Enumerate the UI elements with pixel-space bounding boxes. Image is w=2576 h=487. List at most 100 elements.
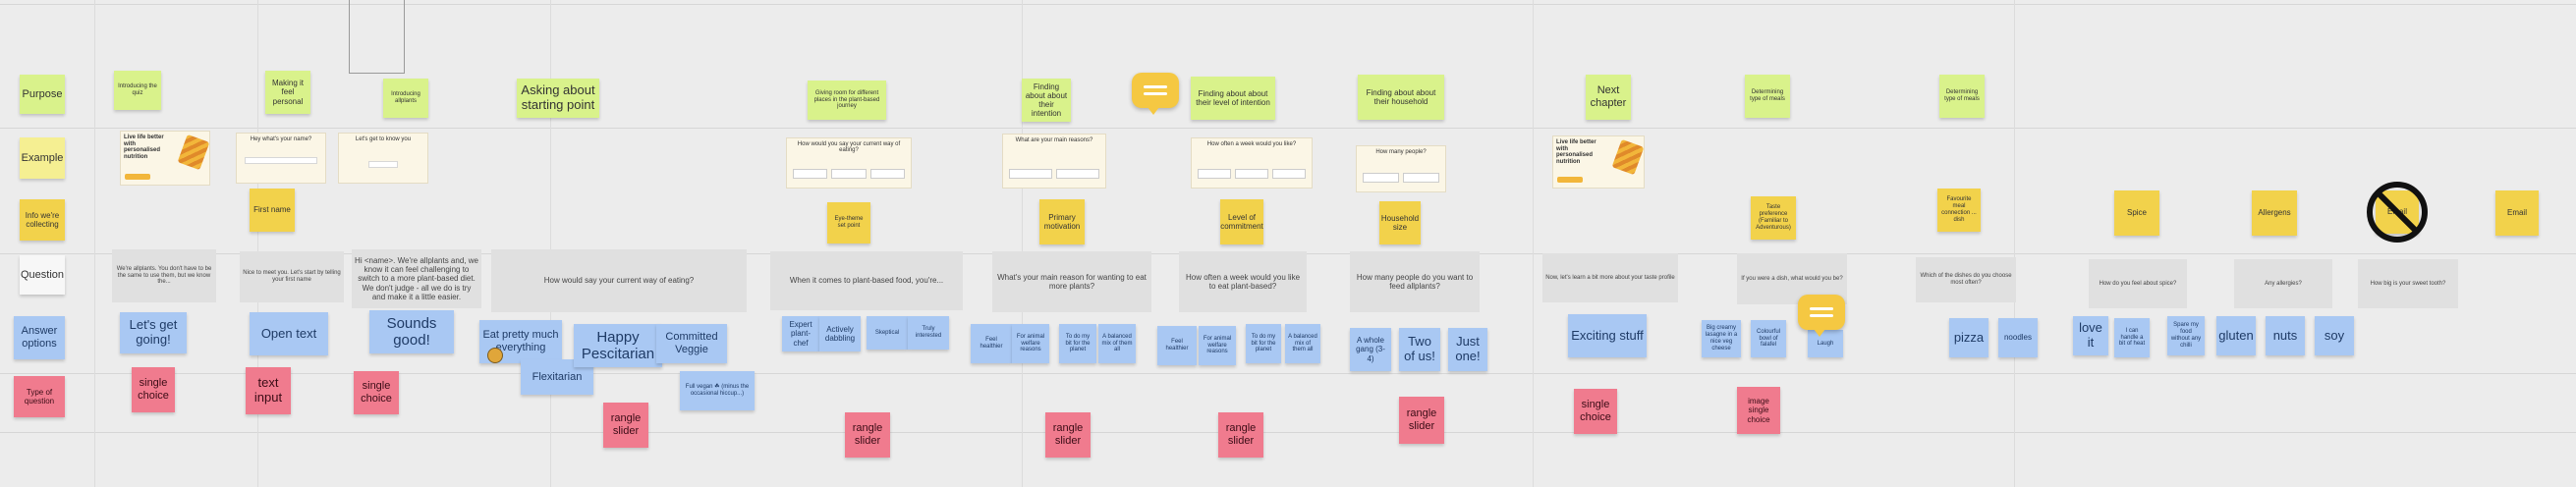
answer-sticky[interactable]: To do my bit for the planet <box>1246 324 1281 363</box>
row-label-purpose[interactable]: Purpose <box>20 75 65 114</box>
type-sticky[interactable]: rangle slider <box>845 412 890 458</box>
type-sticky[interactable]: single choice <box>354 371 399 414</box>
purpose-sticky[interactable]: Determining type of meals <box>1745 75 1790 118</box>
purpose-sticky[interactable]: Asking about starting point <box>517 79 599 118</box>
answer-sticky[interactable]: pizza <box>1949 318 1988 357</box>
answer-sticky[interactable]: Committed Veggie <box>656 324 727 363</box>
example-screenshot[interactable]: Let's get to know you <box>338 133 428 184</box>
type-sticky[interactable]: image single choice <box>1737 387 1780 434</box>
example-text: Live life better with personalised nutri… <box>1556 139 1596 165</box>
answer-sticky[interactable]: love it <box>2073 316 2108 355</box>
answer-sticky[interactable]: For animal welfare reasons <box>1012 324 1049 363</box>
answer-sticky[interactable]: Big creamy lasagne in a nice veg cheese <box>1702 320 1741 357</box>
question-card[interactable]: Hi <name>. We're allplants and, we know … <box>352 249 481 308</box>
answer-sticky[interactable]: Let's get going! <box>120 312 187 353</box>
answer-sticky[interactable]: To do my bit for the planet <box>1059 324 1096 363</box>
info-sticky[interactable]: Favourite meal connection ... dish <box>1937 189 1981 232</box>
answer-sticky[interactable]: A balanced mix of them all <box>1285 324 1320 363</box>
whiteboard-canvas[interactable]: Purpose Example Info we're collecting Qu… <box>0 0 2576 487</box>
answer-sticky[interactable]: gluten <box>2216 316 2256 355</box>
type-sticky[interactable]: rangle slider <box>1399 397 1444 444</box>
info-sticky[interactable]: Primary motivation <box>1039 199 1085 244</box>
row-label-question[interactable]: Question <box>20 255 65 295</box>
question-card[interactable]: Now, let's learn a bit more about your t… <box>1542 253 1678 302</box>
answer-sticky[interactable]: A balanced mix of them all <box>1098 324 1136 363</box>
answer-sticky[interactable]: Full vegan ☘ (minus the occasional hiccu… <box>680 371 755 410</box>
answer-sticky[interactable]: Skeptical <box>867 316 908 350</box>
answer-sticky[interactable]: Exciting stuff <box>1568 314 1647 357</box>
answer-sticky[interactable]: Feel healthier <box>971 324 1012 363</box>
example-screenshot[interactable]: Live life better with personalised nutri… <box>120 131 210 186</box>
row-label-example[interactable]: Example <box>20 137 65 179</box>
question-card[interactable]: What's your main reason for wanting to e… <box>992 251 1151 312</box>
question-card[interactable]: How do you feel about spice? <box>2089 259 2187 308</box>
purpose-sticky[interactable]: Introducing the quiz <box>114 71 161 110</box>
answer-sticky[interactable]: Two of us! <box>1399 328 1440 371</box>
type-sticky[interactable]: single choice <box>132 367 175 412</box>
question-card[interactable]: How often a week would you like to eat p… <box>1179 251 1307 312</box>
answer-sticky[interactable]: Sounds good! <box>369 310 454 353</box>
comment-icon[interactable] <box>1798 295 1845 337</box>
answer-sticky[interactable]: Truly interested <box>908 316 949 350</box>
answer-sticky[interactable]: noodles <box>1998 318 2038 357</box>
answer-sticky[interactable]: For animal welfare reasons <box>1199 326 1236 365</box>
type-sticky[interactable]: single choice <box>1574 389 1617 434</box>
info-sticky[interactable]: Taste preference (Familiar to Adventurou… <box>1751 196 1796 240</box>
type-sticky[interactable]: text input <box>246 367 291 414</box>
answer-sticky[interactable]: Spare my food without any chilli <box>2167 316 2205 355</box>
question-card[interactable]: Which of the dishes do you choose most o… <box>1916 257 2016 302</box>
purpose-sticky[interactable]: Giving room for different places in the … <box>808 81 886 120</box>
answer-sticky[interactable]: Expert plant-chef <box>782 316 819 352</box>
grid-line <box>1022 0 1023 487</box>
answer-sticky[interactable]: Just one! <box>1448 328 1487 371</box>
purpose-sticky[interactable]: Introducing allplants <box>383 79 428 118</box>
purpose-sticky[interactable]: Determining type of meals <box>1939 75 1985 118</box>
cta-button-mock <box>1557 177 1583 183</box>
info-sticky[interactable]: Spice <box>2114 190 2159 236</box>
comment-icon[interactable] <box>1132 73 1179 115</box>
example-screenshot[interactable]: How often a week would you like? <box>1191 137 1313 189</box>
example-screenshot[interactable]: Hey what's your name? <box>236 133 326 184</box>
grid-line <box>550 0 551 487</box>
answer-sticky[interactable]: Feel healthier <box>1157 326 1197 365</box>
answer-sticky[interactable]: nuts <box>2266 316 2305 355</box>
purpose-sticky[interactable]: Finding about about their household <box>1358 75 1444 120</box>
answer-sticky[interactable]: Colourful bowl of falafel <box>1751 320 1786 357</box>
answer-sticky[interactable]: soy <box>2315 316 2354 355</box>
example-screenshot[interactable]: Live life better with personalised nutri… <box>1552 135 1645 189</box>
answer-sticky[interactable]: Actively dabbling <box>819 316 861 352</box>
pencil-illustration <box>177 134 209 171</box>
question-card[interactable]: How many people do you want to feed allp… <box>1350 251 1480 312</box>
frame-outline[interactable] <box>349 0 405 74</box>
info-sticky[interactable]: Eye-theme set point <box>827 202 870 244</box>
question-card[interactable]: How big is your sweet tooth? <box>2358 259 2458 308</box>
row-label-answers[interactable]: Answer options <box>14 316 65 359</box>
row-label-type[interactable]: Type of question <box>14 376 65 417</box>
info-sticky[interactable]: Email <box>2495 190 2539 236</box>
answer-sticky[interactable]: A whole gang (3-4) <box>1350 328 1391 371</box>
type-sticky[interactable]: rangle slider <box>603 403 648 448</box>
answer-sticky[interactable]: Happy Pescitarian <box>574 324 662 367</box>
info-sticky[interactable]: Allergens <box>2252 190 2297 236</box>
example-screenshot[interactable]: How would you say your current way of ea… <box>786 137 912 189</box>
purpose-sticky[interactable]: Finding about about their level of inten… <box>1191 77 1275 120</box>
info-sticky[interactable]: First name <box>250 189 295 232</box>
purpose-sticky[interactable]: Making it feel personal <box>265 71 310 114</box>
row-label-info[interactable]: Info we're collecting <box>20 199 65 241</box>
info-sticky[interactable]: Household size <box>1379 201 1421 244</box>
question-card[interactable]: Any allergies? <box>2234 259 2332 308</box>
example-screenshot[interactable]: How many people? <box>1356 145 1446 192</box>
grid-line <box>0 432 2576 433</box>
type-sticky[interactable]: rangle slider <box>1045 412 1091 458</box>
question-card[interactable]: When it comes to plant-based food, you'r… <box>770 251 963 310</box>
purpose-sticky[interactable]: Next chapter <box>1586 75 1631 120</box>
answer-sticky[interactable]: I can handle a bit of heat <box>2114 318 2150 357</box>
example-screenshot[interactable]: What are your main reasons? <box>1002 134 1106 189</box>
purpose-sticky[interactable]: Finding about about their intention <box>1022 79 1071 122</box>
info-sticky[interactable]: Level of commitment <box>1220 199 1263 244</box>
question-card[interactable]: We're allplants. You don't have to be th… <box>112 249 216 302</box>
type-sticky[interactable]: rangle slider <box>1218 412 1263 458</box>
question-card[interactable]: How would say your current way of eating… <box>491 249 747 312</box>
question-card[interactable]: Nice to meet you. Let's start by telling… <box>240 251 344 302</box>
answer-sticky[interactable]: Open text <box>250 312 328 355</box>
